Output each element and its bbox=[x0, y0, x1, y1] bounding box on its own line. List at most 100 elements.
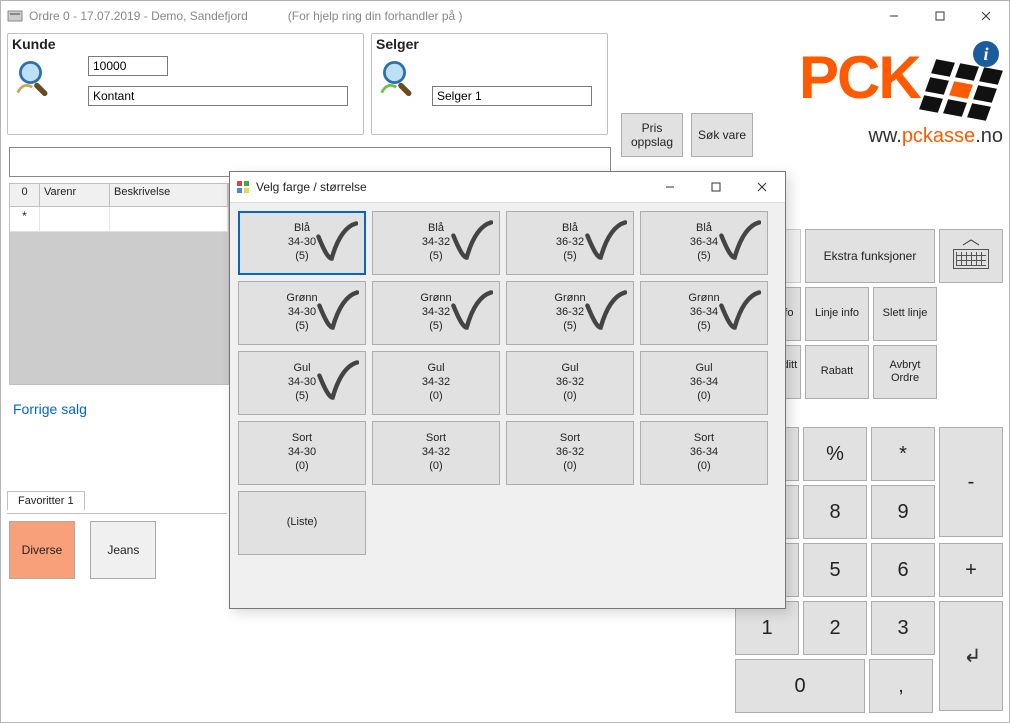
option-qty: (5) bbox=[563, 320, 576, 334]
check-icon bbox=[314, 219, 358, 263]
option-Sort-34-32[interactable]: Sort34-32(0) bbox=[372, 421, 500, 485]
option-Grønn-34-30[interactable]: Grønn34-30(5) bbox=[238, 281, 366, 345]
delete-line-button[interactable]: Slett linje bbox=[873, 287, 937, 341]
dialog-maximize-button[interactable] bbox=[693, 172, 739, 202]
grid-new-row[interactable]: * bbox=[10, 207, 228, 232]
close-button[interactable] bbox=[963, 1, 1009, 31]
check-icon bbox=[583, 218, 627, 262]
option-size: 34-30 bbox=[288, 376, 316, 390]
option-qty: (0) bbox=[697, 390, 710, 404]
option-size: 34-32 bbox=[422, 236, 450, 250]
check-icon bbox=[449, 288, 493, 332]
option-qty: (0) bbox=[563, 460, 576, 474]
option-grid: Blå34-30(5)Blå34-32(5)Blå36-32(5)Blå36-3… bbox=[230, 203, 785, 563]
minimize-button[interactable] bbox=[871, 1, 917, 31]
grid-header: 0 Varenr Beskrivelse bbox=[10, 184, 228, 207]
option-Sort-36-34[interactable]: Sort36-34(0) bbox=[640, 421, 768, 485]
key-3[interactable]: 3 bbox=[871, 601, 935, 655]
price-lookup-button[interactable]: Pris oppslag bbox=[621, 113, 683, 157]
option-size: 34-32 bbox=[422, 306, 450, 320]
option-color: Sort bbox=[292, 432, 312, 446]
previous-sale-link[interactable]: Forrige salg bbox=[13, 401, 87, 417]
app-icon bbox=[7, 8, 23, 24]
option-Gul-34-32[interactable]: Gul34-32(0) bbox=[372, 351, 500, 415]
option-Blå-34-30[interactable]: Blå34-30(5) bbox=[238, 211, 366, 275]
option-size: 36-34 bbox=[690, 306, 718, 320]
seller-name-input[interactable] bbox=[432, 86, 592, 106]
option-color: Gul bbox=[293, 362, 310, 376]
option-Grønn-34-32[interactable]: Grønn34-32(5) bbox=[372, 281, 500, 345]
option-Blå-36-34[interactable]: Blå36-34(5) bbox=[640, 211, 768, 275]
tab-favorites-1[interactable]: Favoritter 1 bbox=[7, 491, 85, 510]
customer-label: Kunde bbox=[12, 36, 363, 52]
key-0[interactable]: 0 bbox=[735, 659, 865, 713]
key-6[interactable]: 6 bbox=[871, 543, 935, 597]
check-icon bbox=[315, 358, 359, 402]
option-Blå-36-32[interactable]: Blå36-32(5) bbox=[506, 211, 634, 275]
seller-panel: Selger bbox=[371, 33, 608, 135]
option-color: Gul bbox=[561, 362, 578, 376]
discount-button[interactable]: Rabatt bbox=[805, 345, 869, 399]
option-size: 34-30 bbox=[288, 446, 316, 460]
option-qty: (0) bbox=[563, 390, 576, 404]
check-icon bbox=[717, 288, 761, 332]
option-qty: (5) bbox=[429, 250, 442, 264]
key-percent[interactable]: % bbox=[803, 427, 867, 481]
dialog-title: Velg farge / størrelse bbox=[256, 180, 367, 194]
option-list-button[interactable]: (Liste) bbox=[238, 491, 366, 555]
option-Sort-34-30[interactable]: Sort34-30(0) bbox=[238, 421, 366, 485]
option-Sort-36-32[interactable]: Sort36-32(0) bbox=[506, 421, 634, 485]
option-size: 36-32 bbox=[556, 376, 584, 390]
cancel-order-button[interactable]: Avbryt Ordre bbox=[873, 345, 937, 399]
titlebar: Ordre 0 - 17.07.2019 - Demo, Sandefjord … bbox=[1, 1, 1009, 31]
logo: PCK ww.pckasse.no bbox=[763, 51, 1003, 191]
customer-id-input[interactable] bbox=[88, 56, 168, 76]
favorite-jeans[interactable]: Jeans bbox=[90, 521, 156, 579]
option-Gul-36-34[interactable]: Gul36-34(0) bbox=[640, 351, 768, 415]
dialog-close-button[interactable] bbox=[739, 172, 785, 202]
seller-search-icon[interactable] bbox=[378, 56, 424, 102]
search-item-button[interactable]: Søk vare bbox=[691, 113, 753, 157]
grid-col-index: 0 bbox=[10, 184, 40, 206]
option-Grønn-36-34[interactable]: Grønn36-34(5) bbox=[640, 281, 768, 345]
option-color: Sort bbox=[560, 432, 580, 446]
key-comma[interactable]: , bbox=[869, 659, 933, 713]
check-icon bbox=[583, 288, 627, 332]
option-Blå-34-32[interactable]: Blå34-32(5) bbox=[372, 211, 500, 275]
option-size: 34-32 bbox=[422, 376, 450, 390]
maximize-button[interactable] bbox=[917, 1, 963, 31]
dialog-icon bbox=[236, 180, 250, 194]
info-icon[interactable]: i bbox=[973, 41, 999, 67]
key-5[interactable]: 5 bbox=[803, 543, 867, 597]
option-Gul-34-30[interactable]: Gul34-30(5) bbox=[238, 351, 366, 415]
order-lines-grid[interactable]: 0 Varenr Beskrivelse * bbox=[9, 183, 229, 385]
keyboard-button[interactable] bbox=[939, 229, 1003, 283]
option-qty: (5) bbox=[429, 320, 442, 334]
option-color: Blå bbox=[428, 222, 444, 236]
option-color: Blå bbox=[294, 222, 310, 236]
customer-panel: Kunde bbox=[7, 33, 364, 135]
favorite-diverse[interactable]: Diverse bbox=[9, 521, 75, 579]
grid-row-marker: * bbox=[10, 207, 40, 231]
key-star[interactable]: * bbox=[871, 427, 935, 481]
customer-search-icon[interactable] bbox=[14, 56, 60, 102]
option-color: Grønn bbox=[420, 292, 451, 306]
key-1[interactable]: 1 bbox=[735, 601, 799, 655]
extra-functions-button[interactable]: Ekstra funksjoner bbox=[805, 229, 935, 283]
key-9[interactable]: 9 bbox=[871, 485, 935, 539]
key-8[interactable]: 8 bbox=[803, 485, 867, 539]
option-qty: (0) bbox=[697, 460, 710, 474]
option-color: Grønn bbox=[688, 292, 719, 306]
option-qty: (5) bbox=[563, 250, 576, 264]
option-Grønn-36-32[interactable]: Grønn36-32(5) bbox=[506, 281, 634, 345]
key-plus[interactable]: + bbox=[939, 543, 1003, 597]
dialog-minimize-button[interactable] bbox=[647, 172, 693, 202]
option-qty: (0) bbox=[295, 460, 308, 474]
line-info-button[interactable]: Linje info bbox=[805, 287, 869, 341]
customer-name-input[interactable] bbox=[88, 86, 348, 106]
window-help-text: (For hjelp ring din forhandler på ) bbox=[288, 9, 463, 23]
key-2[interactable]: 2 bbox=[803, 601, 867, 655]
logo-graphic bbox=[923, 61, 1003, 121]
option-Gul-36-32[interactable]: Gul36-32(0) bbox=[506, 351, 634, 415]
logo-url: ww.pckasse.no bbox=[763, 125, 1003, 148]
